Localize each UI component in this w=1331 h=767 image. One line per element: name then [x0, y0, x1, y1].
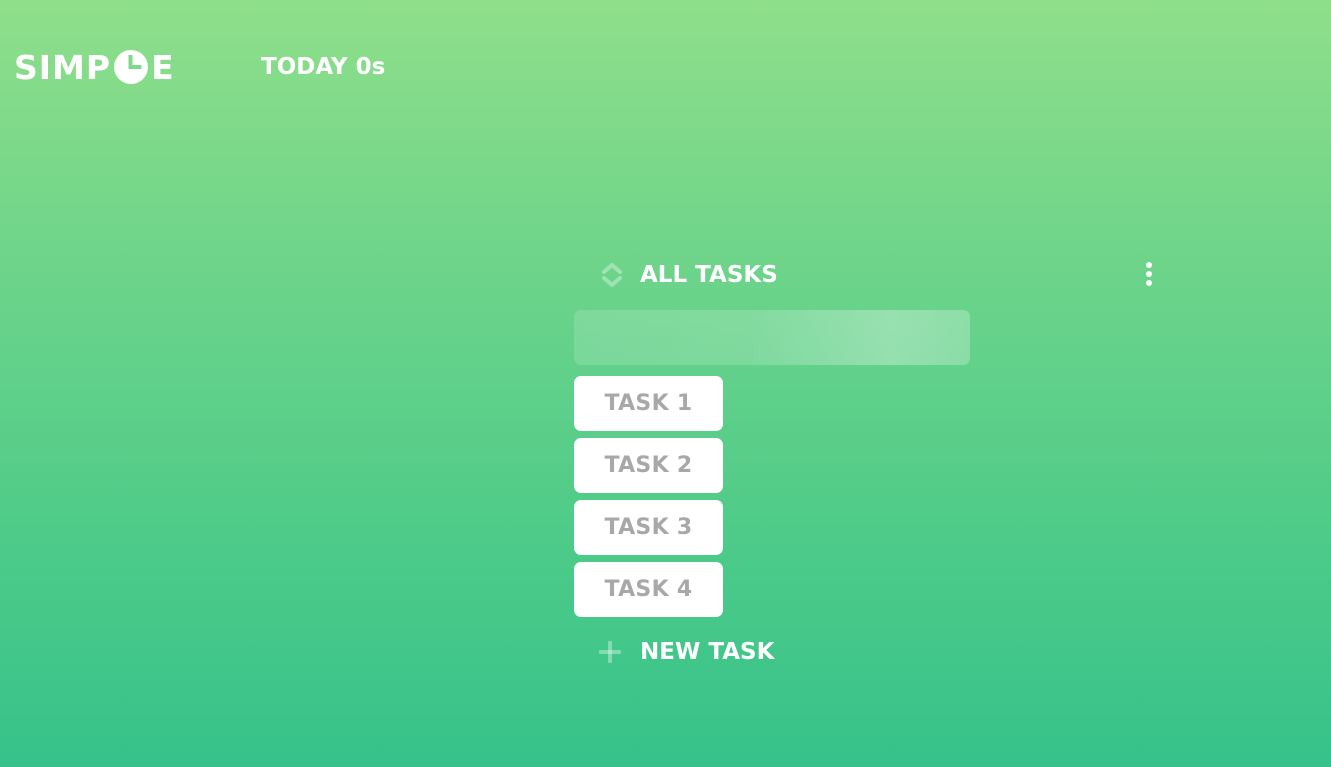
task-item[interactable]: TASK 2 — [574, 438, 723, 493]
task-item[interactable]: TASK 3 — [574, 500, 723, 555]
app-header: SIMP E TODAY 0s — [0, 0, 1331, 130]
clock-icon — [114, 50, 149, 84]
sort-arrows-icon[interactable] — [600, 261, 624, 289]
kebab-menu-icon[interactable] — [1139, 262, 1159, 290]
logo-text-right: E — [151, 47, 175, 87]
new-task-button[interactable]: NEW TASK — [597, 636, 774, 668]
task-search-input[interactable] — [574, 310, 970, 365]
list-title[interactable]: ALL TASKS — [640, 260, 778, 290]
plus-icon — [599, 641, 621, 663]
task-item[interactable]: TASK 1 — [574, 376, 723, 431]
today-timer: TODAY 0s — [261, 54, 386, 80]
logo-text-left: SIMP — [14, 47, 112, 87]
task-list: TASK 1 TASK 2 TASK 3 TASK 4 — [574, 376, 723, 624]
app-logo[interactable]: SIMP E — [14, 47, 175, 87]
task-list-header: ALL TASKS — [597, 258, 1167, 292]
task-item[interactable]: TASK 4 — [574, 562, 723, 617]
new-task-label: NEW TASK — [640, 639, 775, 665]
